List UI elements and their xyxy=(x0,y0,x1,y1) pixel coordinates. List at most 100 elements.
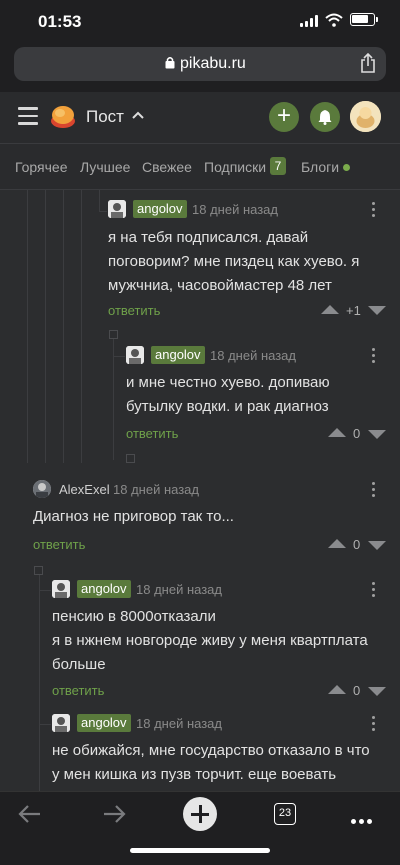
downvote-icon[interactable] xyxy=(368,306,386,315)
downvote-icon[interactable] xyxy=(368,541,386,550)
comment-line: бутылку водки. и рак диагноз xyxy=(126,398,329,415)
more-vertical-icon[interactable] xyxy=(372,582,376,600)
avatar[interactable] xyxy=(33,480,51,498)
more-vertical-icon[interactable] xyxy=(372,202,376,220)
reply-link[interactable]: ответить xyxy=(33,537,85,552)
more-vertical-icon[interactable] xyxy=(372,482,376,500)
comment-line: я в нжнем новгороде живу у меня квартпла… xyxy=(52,632,368,649)
comment-line: поговорим? мне пиздец как хуево. я xyxy=(108,253,360,270)
tab-subscriptions[interactable]: Подписки xyxy=(204,159,266,175)
avatar-image-icon xyxy=(33,480,51,498)
upvote-icon[interactable] xyxy=(328,685,346,694)
chevron-up-icon[interactable] xyxy=(132,111,144,119)
comment-text: пенсию в 8000отказали я в нжнем новгород… xyxy=(52,605,368,677)
comment-date[interactable]: 18 дней назад xyxy=(210,348,296,363)
cellular-signal-icon xyxy=(300,15,318,27)
tab-hot[interactable]: Горячее xyxy=(15,159,68,175)
add-post-button[interactable]: + xyxy=(269,102,299,132)
thread-line xyxy=(39,724,51,725)
comment-rating: 0 xyxy=(353,537,361,552)
upvote-icon[interactable] xyxy=(321,305,339,314)
comment-rating: 0 xyxy=(353,426,361,441)
blogs-new-dot xyxy=(343,164,350,171)
back-arrow-icon[interactable] xyxy=(18,804,42,824)
reply-link[interactable]: ответить xyxy=(108,303,160,318)
comment-text: я на тебя подписался. давай поговорим? м… xyxy=(108,226,359,298)
hamburger-menu-icon[interactable] xyxy=(18,107,38,130)
collapse-toggle[interactable] xyxy=(126,454,135,463)
comment-line: и мне честно хуево. допиваю xyxy=(126,374,330,391)
new-tab-button[interactable] xyxy=(183,797,217,831)
url-text[interactable]: pikabu.ru xyxy=(180,55,246,73)
comment-date[interactable]: 18 дней назад xyxy=(192,202,278,217)
comment-author-op[interactable]: angolov xyxy=(151,346,205,364)
comment-rating: 0 xyxy=(353,683,361,698)
home-indicator xyxy=(130,848,270,853)
notifications-button[interactable] xyxy=(310,102,340,132)
pikabu-logo-icon[interactable] xyxy=(50,104,76,130)
comment-line: пенсию в 8000отказали xyxy=(52,608,216,625)
browser-address-bar: pikabu.ru xyxy=(0,40,400,92)
avatar-image-icon xyxy=(350,101,381,132)
comment-line: не обижайся, мне государство отказало в … xyxy=(52,742,370,759)
comment-line: мужчниа, часовоймастер 48 лет xyxy=(108,277,332,294)
reply-link[interactable]: ответить xyxy=(126,426,178,441)
avatar[interactable] xyxy=(108,200,126,218)
collapse-toggle[interactable] xyxy=(109,330,118,339)
page-title[interactable]: Пост xyxy=(86,107,124,127)
comment-line: у мен кишка из пузв торчит. еще воевать xyxy=(52,766,337,783)
comment-text: не обижайся, мне государство отказало в … xyxy=(52,739,370,787)
tabs-button[interactable]: 23 xyxy=(274,803,296,825)
comment-date[interactable]: 18 дней назад xyxy=(113,482,199,497)
upvote-icon[interactable] xyxy=(328,428,346,437)
status-bar: 01:53 xyxy=(0,0,400,40)
comment-author-op[interactable]: angolov xyxy=(77,580,131,598)
comment-line: больше xyxy=(52,656,106,673)
downvote-icon[interactable] xyxy=(368,430,386,439)
reply-link[interactable]: ответить xyxy=(52,683,104,698)
collapse-toggle[interactable] xyxy=(34,566,43,575)
avatar-image-icon xyxy=(108,200,126,218)
comment-text: и мне честно хуево. допиваю бутылку водк… xyxy=(126,371,330,419)
forward-arrow-icon[interactable] xyxy=(102,804,126,824)
comment-line: Диагноз не приговор так то... xyxy=(33,508,234,525)
comment-author[interactable]: AlexExel xyxy=(59,482,110,497)
comment-author-op[interactable]: angolov xyxy=(77,714,131,732)
feed-tabs: Горячее Лучшее Свежее Подписки 7 Блоги xyxy=(0,144,400,190)
more-vertical-icon[interactable] xyxy=(372,716,376,734)
comment-date[interactable]: 18 дней назад xyxy=(136,582,222,597)
more-vertical-icon[interactable] xyxy=(372,348,376,366)
site-header: Пост + xyxy=(0,92,400,144)
thread-line xyxy=(81,190,82,463)
comment-date[interactable]: 18 дней назад xyxy=(136,716,222,731)
more-menu-icon[interactable] xyxy=(351,811,375,829)
tab-best[interactable]: Лучшее xyxy=(80,159,130,175)
avatar-image-icon xyxy=(52,714,70,732)
comment-text: Диагноз не приговор так то... xyxy=(33,505,234,529)
avatar[interactable] xyxy=(52,714,70,732)
avatar[interactable] xyxy=(52,580,70,598)
downvote-icon[interactable] xyxy=(368,687,386,696)
lock-icon xyxy=(165,57,175,69)
avatar[interactable] xyxy=(126,346,144,364)
status-time: 01:53 xyxy=(38,12,82,31)
user-avatar[interactable] xyxy=(350,101,381,132)
subscriptions-count-badge: 7 xyxy=(270,157,286,175)
thread-line xyxy=(99,190,100,212)
battery-icon xyxy=(350,13,378,26)
thread-line xyxy=(63,190,64,463)
upvote-icon[interactable] xyxy=(328,539,346,548)
thread-line xyxy=(113,330,114,460)
comment-author-op[interactable]: angolov xyxy=(133,200,187,218)
tab-fresh[interactable]: Свежее xyxy=(142,159,192,175)
comment-line: я на тебя подписался. давай xyxy=(108,229,309,246)
wifi-icon xyxy=(325,13,343,27)
tab-blogs[interactable]: Блоги xyxy=(301,159,339,175)
comment-rating: +1 xyxy=(346,303,361,318)
thread-line xyxy=(99,211,107,212)
share-icon[interactable] xyxy=(360,53,376,73)
thread-line xyxy=(45,190,46,463)
avatar-image-icon xyxy=(126,346,144,364)
thread-line xyxy=(27,190,28,463)
thread-line xyxy=(39,566,40,791)
